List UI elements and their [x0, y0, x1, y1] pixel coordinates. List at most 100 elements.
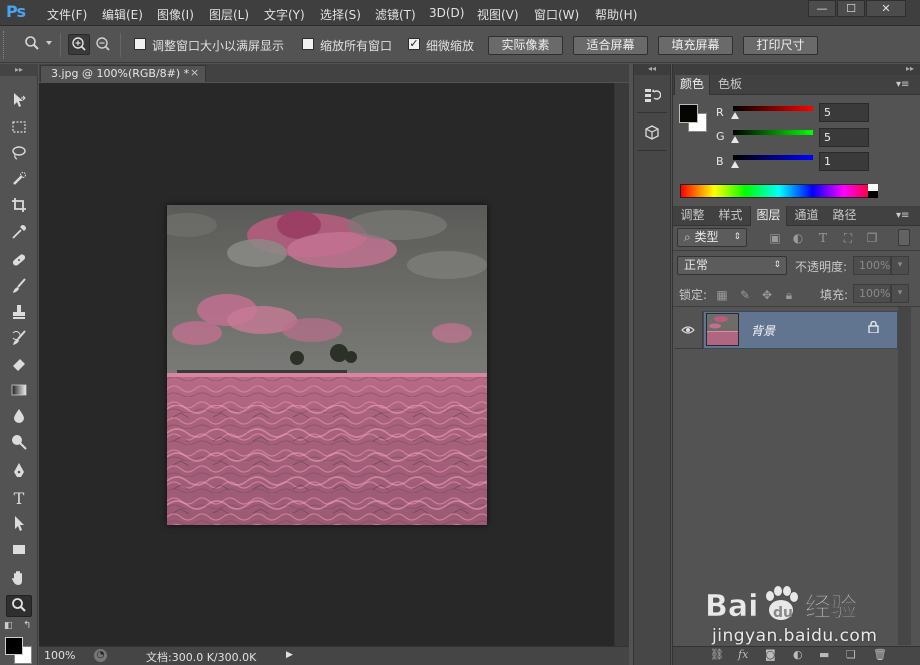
layer-style-icon[interactable]: fx	[738, 648, 748, 661]
zoom-in-button[interactable]	[68, 34, 90, 55]
menu-image[interactable]: 图像(I)	[157, 6, 194, 23]
foreground-color-swatch[interactable]	[679, 104, 698, 123]
collapse-icon[interactable]: ◂◂	[634, 64, 670, 75]
green-value-field[interactable]: 5	[819, 128, 869, 147]
filter-smart-object-icon[interactable]: ❐	[864, 230, 880, 246]
filter-type-icon[interactable]: T	[815, 230, 831, 246]
menu-filter[interactable]: 滤镜(T)	[375, 6, 416, 23]
filter-adjustment-icon[interactable]: ◐	[790, 230, 806, 246]
black-white-ramp[interactable]	[868, 184, 878, 198]
document-tab[interactable]: 3.jpg @ 100%(RGB/8#) *	[40, 65, 206, 82]
quick-selection-tool-icon[interactable]	[6, 170, 32, 192]
blur-tool-icon[interactable]	[6, 407, 32, 429]
chevron-down-icon[interactable]: ▾	[891, 256, 909, 275]
layer-visibility-cell[interactable]	[674, 311, 703, 349]
collapse-icon[interactable]: ▸▸	[0, 64, 38, 76]
layer-name[interactable]: 背景	[751, 322, 775, 339]
filter-shape-icon[interactable]: ⛶	[840, 230, 856, 246]
minimize-button[interactable]: —	[808, 0, 836, 17]
fill-field[interactable]: 100%	[853, 284, 891, 303]
hand-tool-icon[interactable]	[6, 569, 32, 591]
red-value-field[interactable]: 5	[819, 103, 869, 122]
panel-menu-icon[interactable]: ▾≡	[896, 210, 909, 221]
options-grip[interactable]	[3, 31, 6, 59]
scrubby-zoom-checkbox[interactable]: ✓	[408, 38, 420, 50]
print-size-button[interactable]: 打印尺寸	[743, 36, 818, 55]
menu-select[interactable]: 选择(S)	[320, 6, 361, 23]
brush-tool-icon[interactable]	[6, 277, 32, 299]
green-slider-handle[interactable]	[731, 136, 739, 143]
menu-edit[interactable]: 编辑(E)	[102, 6, 143, 23]
3d-panel-icon[interactable]	[641, 124, 663, 146]
document-image[interactable]	[167, 205, 487, 525]
link-layers-icon[interactable]: ⛓	[710, 648, 724, 661]
blue-slider[interactable]	[733, 155, 813, 160]
red-slider-handle[interactable]	[731, 112, 739, 119]
menu-help[interactable]: 帮助(H)	[595, 6, 637, 23]
filter-pixel-icon[interactable]: ▣	[767, 230, 783, 246]
green-slider[interactable]	[733, 130, 813, 135]
blue-value-field[interactable]: 1	[819, 152, 869, 171]
default-colors-icon[interactable]: ◧	[4, 621, 13, 631]
eraser-tool-icon[interactable]	[6, 355, 32, 377]
zoom-out-button[interactable]	[93, 35, 113, 54]
adjustment-layer-icon[interactable]: ◐	[793, 648, 803, 661]
pen-tool-icon[interactable]	[6, 462, 32, 484]
tab-color[interactable]: 颜色	[674, 75, 710, 95]
rectangle-tool-icon[interactable]	[6, 540, 32, 562]
lock-position-icon[interactable]: ✥	[759, 287, 775, 303]
new-group-icon[interactable]: ▬	[819, 648, 829, 661]
menu-type[interactable]: 文字(Y)	[264, 6, 305, 23]
zoom-preset-icon[interactable]	[22, 35, 42, 55]
clone-stamp-tool-icon[interactable]	[6, 303, 32, 325]
tab-swatches[interactable]: 色板	[712, 75, 748, 95]
tab-adjustments[interactable]: 调整	[674, 206, 711, 226]
maximize-button[interactable]: ☐	[837, 0, 865, 17]
foreground-color-swatch[interactable]	[5, 637, 23, 655]
tab-layers[interactable]: 图层	[750, 206, 787, 226]
fill-screen-button[interactable]: 填充屏幕	[658, 36, 733, 55]
color-spectrum[interactable]	[680, 184, 878, 198]
opacity-field[interactable]: 100%	[853, 256, 891, 275]
zoom-all-windows-checkbox[interactable]	[302, 38, 314, 50]
zoom-level[interactable]: 100%	[44, 649, 75, 662]
layer-mask-icon[interactable]: ◙	[765, 648, 776, 661]
history-brush-tool-icon[interactable]	[6, 329, 32, 351]
red-slider[interactable]	[733, 106, 813, 111]
gradient-tool-icon[interactable]	[6, 381, 32, 403]
collapse-icon[interactable]: ▸▸	[673, 64, 920, 75]
vertical-scrollbar[interactable]	[614, 83, 629, 646]
close-button[interactable]: ✕	[866, 0, 906, 17]
chevron-down-icon[interactable]	[46, 41, 52, 45]
marquee-tool-icon[interactable]	[6, 118, 32, 140]
new-layer-icon[interactable]: ❏	[846, 648, 856, 661]
menu-file[interactable]: 文件(F)	[47, 6, 87, 23]
status-info-icon[interactable]: ◔	[94, 649, 107, 662]
lock-transparent-icon[interactable]: ▦	[714, 287, 730, 303]
fit-screen-button[interactable]: 适合屏幕	[573, 36, 648, 55]
tab-channels[interactable]: 通道	[788, 206, 825, 226]
blend-mode-dropdown[interactable]: 正常 ⇕	[677, 256, 787, 275]
swap-colors-icon[interactable]: ↰	[23, 620, 31, 631]
layer-filter-dropdown[interactable]: ⌕ 类型 ⇕	[677, 228, 747, 247]
delete-layer-icon[interactable]: 🗑︎	[873, 648, 887, 661]
lock-brush-icon[interactable]: ✎	[737, 287, 753, 303]
zoom-tool-icon[interactable]	[6, 595, 32, 617]
history-panel-icon[interactable]	[641, 86, 663, 108]
crop-tool-icon[interactable]	[6, 196, 32, 218]
tab-styles[interactable]: 样式	[712, 206, 749, 226]
actual-pixels-button[interactable]: 实际像素	[488, 36, 563, 55]
dodge-tool-icon[interactable]	[6, 433, 32, 455]
lock-all-icon[interactable]: 🔒︎	[781, 287, 797, 303]
lasso-tool-icon[interactable]	[6, 144, 32, 166]
panel-menu-icon[interactable]: ▾≡	[896, 79, 909, 90]
path-selection-tool-icon[interactable]	[6, 514, 32, 536]
status-menu-icon[interactable]: ▶	[286, 650, 293, 660]
eyedropper-tool-icon[interactable]	[6, 223, 32, 245]
tab-paths[interactable]: 路径	[826, 206, 863, 226]
blue-slider-handle[interactable]	[731, 161, 739, 168]
move-tool-icon[interactable]	[6, 91, 32, 113]
type-tool-icon[interactable]: T	[6, 488, 32, 510]
menu-view[interactable]: 视图(V)	[477, 6, 519, 23]
filter-toggle-switch[interactable]	[898, 229, 910, 246]
